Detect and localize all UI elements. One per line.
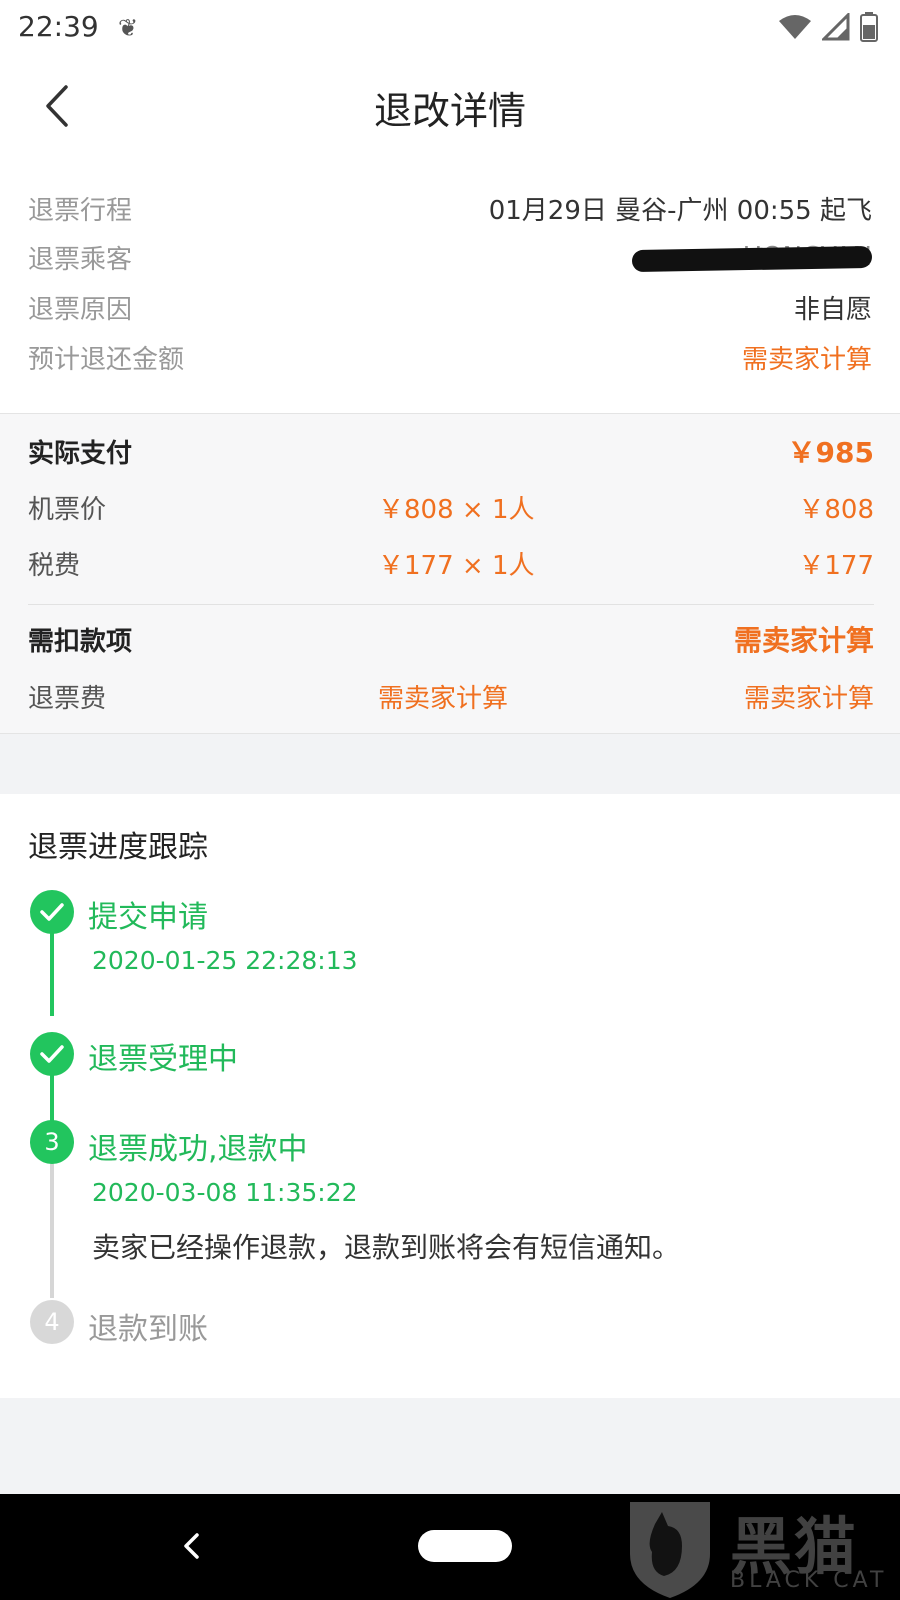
reason-row: 退票原因 非自愿 <box>28 282 872 332</box>
cat-shield-logo <box>630 1502 710 1598</box>
passenger-label: 退票乘客 <box>28 244 133 275</box>
itinerary-label: 退票行程 <box>28 195 133 226</box>
refund-info-section: 退票行程 01月29日 曼谷-广州 00:55 起飞 退票乘客 HONGYAN … <box>0 158 900 414</box>
status-time: 22:39 <box>18 10 99 43</box>
redaction-mark <box>631 245 873 273</box>
signal-icon <box>822 13 850 41</box>
step-title: 退票受理中 <box>88 1042 238 1077</box>
step-connector <box>50 926 54 1016</box>
tax-label: 税费 <box>28 550 81 581</box>
status-bar: 22:39 ❦ <box>0 0 900 54</box>
deductions-row: 需扣款项 需卖家计算 <box>28 614 874 664</box>
status-icons <box>778 12 878 42</box>
estimated-refund-value: 需卖家计算 <box>741 344 872 375</box>
step-connector <box>50 1152 54 1298</box>
battery-icon <box>860 12 878 42</box>
refund-fee-row: 退票费 需卖家计算 需卖家计算 <box>28 671 874 721</box>
wifi-icon <box>779 15 811 39</box>
estimated-refund-label: 预计退还金额 <box>28 344 185 375</box>
tax-total: ￥177 <box>798 550 874 581</box>
paid-total: ￥985 <box>787 436 874 469</box>
nav-back-button[interactable] <box>170 1524 214 1568</box>
step-title: 退票成功,退款中 <box>88 1132 308 1167</box>
ticket-price-unit: ￥808 × 1人 <box>378 494 535 525</box>
header: 退改详情 <box>0 54 900 158</box>
paid-label: 实际支付 <box>28 438 133 469</box>
refund-fee-label: 退票费 <box>28 683 107 714</box>
fare-divider <box>28 604 874 605</box>
passenger-row: 退票乘客 HONGYAN <box>28 232 873 282</box>
step-description: 卖家已经操作退款，退款到账将会有短信通知。 <box>92 1231 681 1264</box>
ticket-price-row: 机票价 ￥808 × 1人 ￥808 <box>28 482 874 532</box>
ticket-price-total: ￥808 <box>798 494 874 525</box>
check-icon <box>30 890 74 934</box>
itinerary-row: 退票行程 01月29日 曼谷-广州 00:55 起飞 <box>28 183 872 233</box>
deductions-total: 需卖家计算 <box>733 624 874 657</box>
tax-unit: ￥177 × 1人 <box>378 550 535 581</box>
step-number-badge: 3 <box>30 1120 74 1164</box>
reason-value: 非自愿 <box>793 294 872 325</box>
step-title: 提交申请 <box>88 900 208 935</box>
passenger-value: HONGYAN <box>631 242 873 273</box>
refund-progress-section: 退票进度跟踪 提交申请 2020-01-25 22:28:13 退票受理中 3 … <box>0 794 900 1398</box>
progress-title: 退票进度跟踪 <box>28 830 208 865</box>
system-nav-bar: 黑猫 BLACK CAT <box>0 1494 900 1600</box>
refund-fee-unit: 需卖家计算 <box>378 683 509 714</box>
estimated-refund-row: 预计退还金额 需卖家计算 <box>28 332 872 382</box>
deductions-label: 需扣款项 <box>28 626 133 657</box>
tax-row: 税费 ￥177 × 1人 ￥177 <box>28 538 874 588</box>
step-number-badge: 4 <box>30 1300 74 1344</box>
step-time: 2020-03-08 11:35:22 <box>92 1178 358 1207</box>
maple-leaf-icon: ❦ <box>118 14 139 42</box>
ticket-price-label: 机票价 <box>28 494 107 525</box>
nav-home-pill[interactable] <box>418 1530 512 1562</box>
step-title: 退款到账 <box>88 1312 208 1347</box>
itinerary-value: 01月29日 曼谷-广州 00:55 起飞 <box>488 195 872 226</box>
check-icon <box>30 1032 74 1076</box>
reason-label: 退票原因 <box>28 294 133 325</box>
page-title: 退改详情 <box>373 89 526 133</box>
black-cat-watermark: 黑猫 BLACK CAT <box>620 1494 890 1600</box>
refund-fee-total: 需卖家计算 <box>743 683 874 714</box>
step-time: 2020-01-25 22:28:13 <box>92 946 358 975</box>
nav-back-icon <box>184 1533 199 1559</box>
watermark-subtext: BLACK CAT <box>730 1568 888 1593</box>
paid-row: 实际支付 ￥985 <box>28 426 874 476</box>
fare-breakdown: 实际支付 ￥985 机票价 ￥808 × 1人 ￥808 税费 ￥177 × 1… <box>0 414 900 734</box>
